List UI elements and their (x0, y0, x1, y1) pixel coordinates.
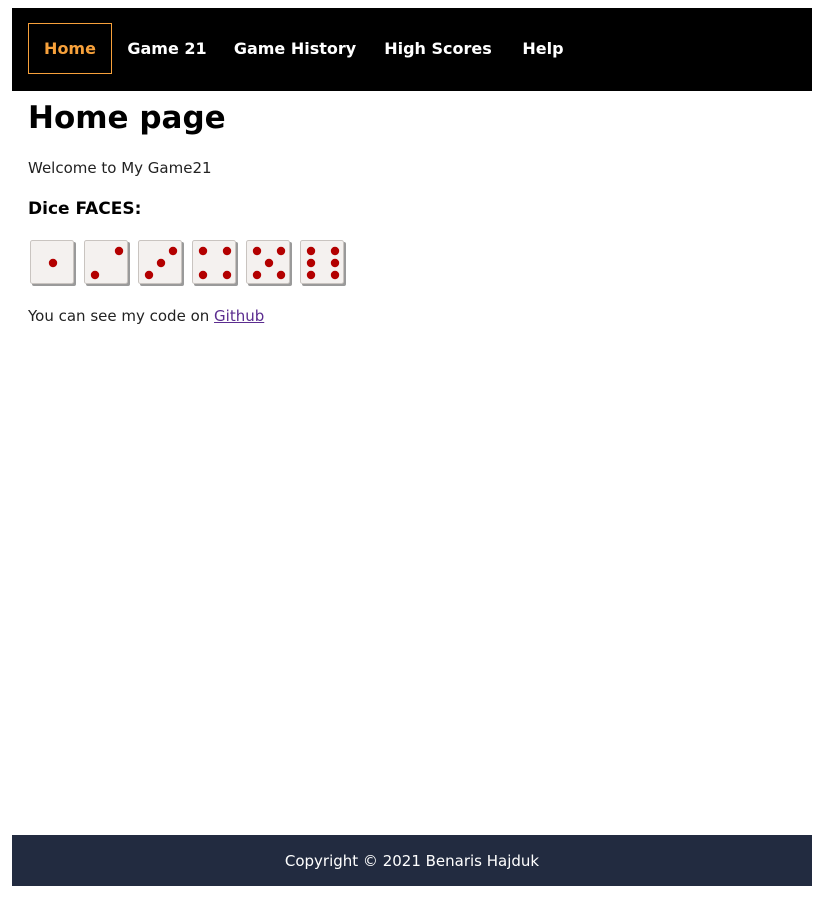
die-pip (306, 258, 316, 268)
die-pip (168, 246, 178, 256)
die-pip (222, 246, 232, 256)
die-pip (90, 270, 100, 280)
nav-high-scores-link[interactable]: High Scores (384, 23, 492, 74)
die-pip (198, 246, 208, 256)
nav-home-link[interactable]: Home (28, 23, 112, 74)
die-face-four-icon (192, 240, 238, 286)
nav-game21-link[interactable]: Game 21 (127, 23, 206, 74)
die-face-five-icon (246, 240, 292, 286)
die-pip (198, 270, 208, 280)
die-pip (330, 246, 340, 256)
die-pip (306, 270, 316, 280)
github-code-line: You can see my code on Github (28, 306, 264, 326)
die-pip (264, 258, 274, 268)
die-pip (48, 258, 58, 268)
die-face-six-icon (300, 240, 346, 286)
page-title: Home page (28, 100, 226, 136)
die-pip (222, 270, 232, 280)
footer: Copyright © 2021 Benaris Hajduk (12, 835, 812, 886)
die-pip (252, 246, 262, 256)
die-face-two-icon (84, 240, 130, 286)
github-link[interactable]: Github (214, 307, 264, 325)
nav-help-link[interactable]: Help (522, 23, 564, 74)
page: Home Game 21 Game History High Scores He… (0, 0, 825, 898)
dice-faces-heading: Dice FACES: (28, 199, 142, 219)
die-face-three-icon (138, 240, 184, 286)
die-pip (156, 258, 166, 268)
welcome-text: Welcome to My Game21 (28, 159, 212, 177)
die-pip (276, 270, 286, 280)
copyright-text: Copyright © 2021 Benaris Hajduk (284, 851, 540, 870)
top-navbar: Home Game 21 Game History High Scores He… (12, 8, 812, 91)
dice-faces-row (30, 240, 354, 288)
die-pip (330, 258, 340, 268)
die-pip (306, 246, 316, 256)
die-pip (330, 270, 340, 280)
die-pip (252, 270, 262, 280)
die-pip (114, 246, 124, 256)
github-code-text: You can see my code on (28, 307, 215, 325)
die-pip (276, 246, 286, 256)
die-pip (144, 270, 154, 280)
nav-game-history-link[interactable]: Game History (234, 23, 356, 74)
die-face-one-icon (30, 240, 76, 286)
